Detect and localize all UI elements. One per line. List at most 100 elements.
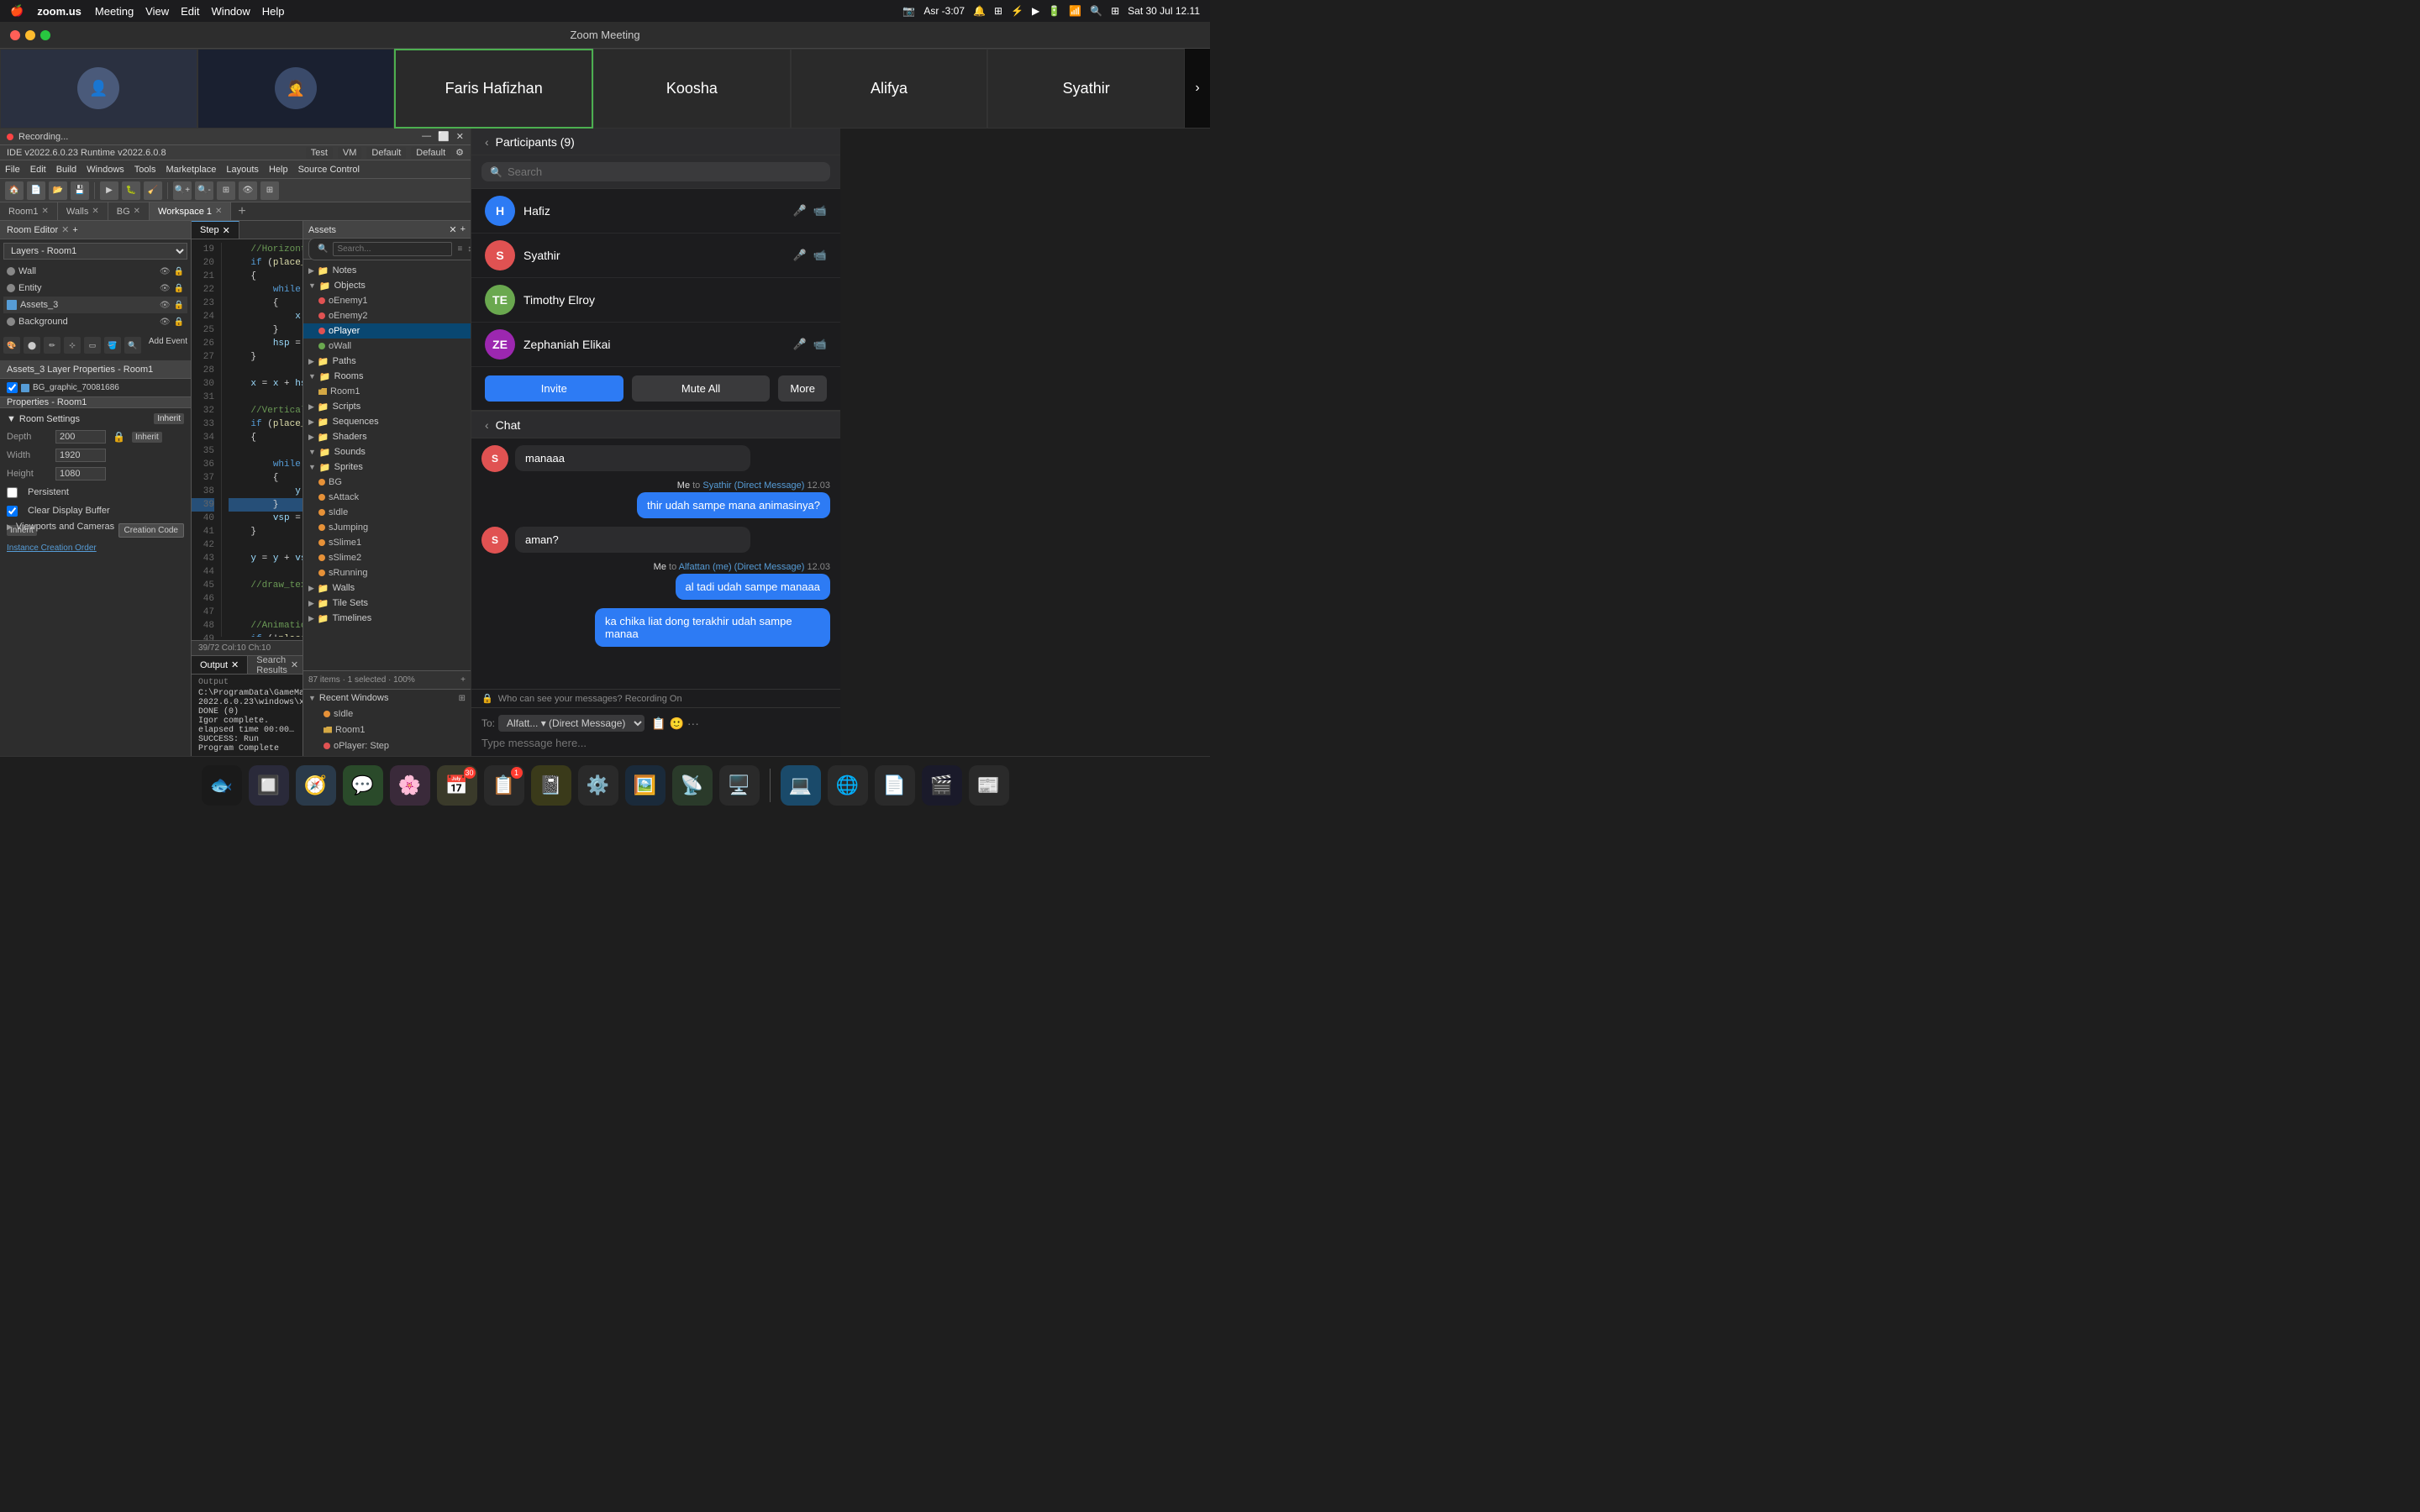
asset-group-sprites[interactable]: ▼ 📁 Sprites xyxy=(303,459,471,475)
gm-edit-menu[interactable]: Edit xyxy=(30,165,46,175)
toolbar-home-btn[interactable]: 🏠 xyxy=(5,181,24,200)
asset-group-walls[interactable]: ▶ 📁 Walls xyxy=(303,580,471,596)
tab-workspace1[interactable]: Workspace 1 ✕ xyxy=(150,202,231,220)
toolbar-zoom-in-btn[interactable]: 🔍+ xyxy=(173,181,192,200)
gm-build-menu[interactable]: Build xyxy=(56,165,76,175)
dock-reminders[interactable]: 📋 1 xyxy=(484,765,524,806)
dock-finalcut[interactable]: 🎬 xyxy=(922,765,962,806)
toolbar-view-btn[interactable]: 👁 xyxy=(239,181,257,200)
layer-assets3-eye[interactable]: 👁 xyxy=(160,301,171,310)
layers-dropdown[interactable]: Layers - Room1 xyxy=(3,243,187,260)
step-tab-close[interactable]: ✕ xyxy=(223,225,230,236)
gm-tools-menu[interactable]: Tools xyxy=(134,165,156,175)
assets-add-btn[interactable]: + xyxy=(460,224,466,235)
layer-zoom-btn[interactable]: 🔍 xyxy=(124,337,141,354)
filter-btn[interactable]: ≡ xyxy=(457,244,462,254)
width-input[interactable] xyxy=(55,449,106,462)
layer-wall-lock[interactable]: 🔒 xyxy=(174,267,184,276)
chat-emoji-icon[interactable]: 🙂 xyxy=(669,717,683,731)
test-btn[interactable]: Test xyxy=(306,147,333,159)
layer-path-btn[interactable]: ✏ xyxy=(44,337,60,354)
layer-background-lock[interactable]: 🔒 xyxy=(174,318,184,327)
asset-group-sounds[interactable]: ▼ 📁 Sounds xyxy=(303,444,471,459)
bg-checkbox[interactable] xyxy=(7,382,18,393)
toolbar-save-btn[interactable]: 💾 xyxy=(71,181,89,200)
search-tab-close[interactable]: ✕ xyxy=(291,659,298,670)
tab-workspace1-close[interactable]: ✕ xyxy=(215,207,222,216)
minimize-gm-btn[interactable]: — xyxy=(422,131,431,142)
code-content[interactable]: //Horizontal collision if (place_meeting… xyxy=(222,243,302,637)
maximize-button[interactable] xyxy=(40,30,50,40)
toolbar-zoom-out-btn[interactable]: 🔍- xyxy=(195,181,213,200)
layer-assets3-lock[interactable]: 🔒 xyxy=(174,301,184,310)
dock-zoom[interactable]: 💻 xyxy=(781,765,821,806)
dock-notes[interactable]: 📓 xyxy=(531,765,571,806)
asset-bg[interactable]: BG xyxy=(303,475,471,490)
help-menu[interactable]: Help xyxy=(262,5,285,18)
recent-sidle[interactable]: sIdle xyxy=(308,706,466,721)
asset-sattack[interactable]: sAttack xyxy=(303,490,471,505)
tab-add-btn[interactable]: + xyxy=(231,202,252,220)
search-icon[interactable]: 🔍 xyxy=(1090,5,1102,17)
tab-bg-close[interactable]: ✕ xyxy=(134,207,140,216)
tab-room1-close[interactable]: ✕ xyxy=(41,207,48,216)
recent-oplayer-step[interactable]: oPlayer: Step xyxy=(308,738,466,753)
tab-walls[interactable]: Walls ✕ xyxy=(58,202,108,220)
dock-activity[interactable]: 🖥️ xyxy=(719,765,760,806)
depth-lock-icon[interactable]: 🔒 xyxy=(113,431,125,443)
assets-zoom-btn[interactable]: + xyxy=(460,675,466,685)
close-gm-btn[interactable]: ✕ xyxy=(456,131,464,142)
hafiz-video-icon[interactable]: 📹 xyxy=(813,204,827,218)
instance-order-link[interactable]: Instance Creation Order xyxy=(7,543,97,553)
more-btn[interactable]: More xyxy=(778,375,827,402)
apple-menu[interactable]: 🍎 xyxy=(10,4,24,18)
chat-to-select[interactable]: Alfatt... ▾ (Direct Message) xyxy=(498,715,644,732)
step-tab-btn[interactable]: Step ✕ xyxy=(192,221,239,239)
depth-input[interactable] xyxy=(55,430,106,444)
dock-script[interactable]: 📰 xyxy=(969,765,1009,806)
chat-copy-icon[interactable]: 📋 xyxy=(651,717,666,731)
invite-btn[interactable]: Invite xyxy=(485,375,623,402)
minimize-button[interactable] xyxy=(25,30,35,40)
output-tab-output[interactable]: Output ✕ xyxy=(192,656,248,674)
layer-select-btn[interactable]: ⊹ xyxy=(64,337,81,354)
tab-bg[interactable]: BG ✕ xyxy=(108,202,150,220)
gm-marketplace-menu[interactable]: Marketplace xyxy=(166,165,216,175)
asset-sslime2[interactable]: sSlime2 xyxy=(303,550,471,565)
layer-entity-lock[interactable]: 🔒 xyxy=(174,284,184,293)
dock-finder[interactable]: 🐟 xyxy=(202,765,242,806)
room-editor-add-btn[interactable]: + xyxy=(72,225,77,235)
layer-background[interactable]: Background 👁 🔒 xyxy=(3,313,187,330)
dock-chrome[interactable]: 🌐 xyxy=(828,765,868,806)
viewports-row[interactable]: ▶ Viewports and Cameras xyxy=(0,518,191,535)
assets-close-btn[interactable]: ✕ xyxy=(449,224,456,235)
dock-preferences[interactable]: ⚙️ xyxy=(578,765,618,806)
edit-menu[interactable]: Edit xyxy=(181,5,199,18)
room-editor-close-btn[interactable]: ✕ xyxy=(61,224,69,235)
chat-chevron[interactable]: ‹ xyxy=(485,418,489,432)
dock-launchpad[interactable]: 🔲 xyxy=(249,765,289,806)
toolbar-clean-btn[interactable]: 🧹 xyxy=(144,181,162,200)
output-tab-close[interactable]: ✕ xyxy=(231,659,239,670)
vm-btn[interactable]: VM xyxy=(338,147,362,159)
layer-shape-btn[interactable]: ⬤ xyxy=(24,337,40,354)
settings-gear-btn[interactable]: ⚙ xyxy=(455,147,464,159)
default-btn1[interactable]: Default xyxy=(366,147,406,159)
layer-rect-btn[interactable]: ▭ xyxy=(84,337,101,354)
toolbar-open-btn[interactable]: 📂 xyxy=(49,181,67,200)
code-editor[interactable]: 1920212223 2425262728 3031323334 3536373… xyxy=(192,239,302,640)
gm-file-menu[interactable]: File xyxy=(5,165,20,175)
asset-oenemy2[interactable]: oEnemy2 xyxy=(303,308,471,323)
toolbar-grid-btn[interactable]: ⊞ xyxy=(260,181,279,200)
toolbar-zoom-reset-btn[interactable]: ⊞ xyxy=(217,181,235,200)
participants-chevron[interactable]: ‹ xyxy=(485,135,489,149)
layer-assets3[interactable]: Assets_3 👁 🔒 xyxy=(3,297,187,313)
close-button[interactable] xyxy=(10,30,20,40)
syathir-mute-icon[interactable]: 🎤 xyxy=(793,249,807,262)
asset-group-tilesets[interactable]: ▶ 📁 Tile Sets xyxy=(303,596,471,611)
restore-gm-btn[interactable]: ⬜ xyxy=(438,131,450,142)
dock-finder2[interactable]: 📄 xyxy=(875,765,915,806)
syathir-video-icon[interactable]: 📹 xyxy=(813,249,827,262)
dock-safari[interactable]: 🧭 xyxy=(296,765,336,806)
asset-sidle[interactable]: sIdle xyxy=(303,505,471,520)
